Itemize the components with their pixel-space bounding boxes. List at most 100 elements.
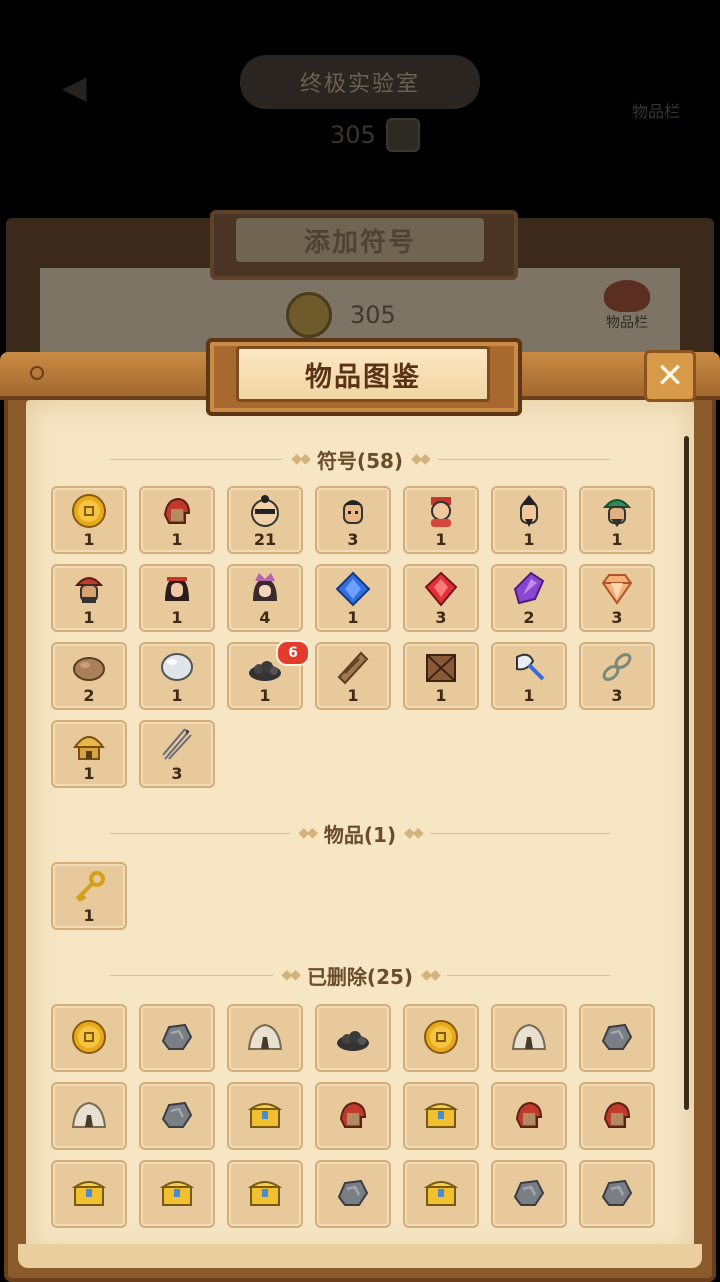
section-title-symbols: 符号(58) xyxy=(316,448,404,473)
deleted-slot[interactable] xyxy=(227,1082,303,1150)
diamond-ornament-icon: ◆◆ xyxy=(298,825,317,841)
bag-icon xyxy=(604,280,650,312)
title-banner: 物品图鉴 xyxy=(236,346,490,402)
symbol-slot[interactable]: 1 xyxy=(139,486,215,554)
deleted-slot[interactable] xyxy=(403,1160,479,1228)
symbol-slot[interactable]: 21 xyxy=(227,486,303,554)
ore-icon xyxy=(159,1020,195,1054)
deleted-slot[interactable] xyxy=(51,1160,127,1228)
symbol-slot[interactable]: 2 xyxy=(51,642,127,710)
symbol-slot[interactable]: 1 xyxy=(51,564,127,632)
warrior-helmet-icon xyxy=(159,494,195,528)
section-label-wrap: ◆◆ 符号(58) ◆◆ xyxy=(283,444,437,474)
symbol-slot[interactable]: 1 xyxy=(579,486,655,554)
symbol-slot[interactable]: 1 xyxy=(491,486,567,554)
chest-icon xyxy=(71,1176,107,1210)
item-count: 1 xyxy=(523,686,535,705)
deleted-slot[interactable] xyxy=(315,1160,391,1228)
item-count: 1 xyxy=(259,686,271,705)
fortune-god-icon xyxy=(423,494,459,528)
symbol-slot[interactable]: 1 xyxy=(51,486,127,554)
item-count: 3 xyxy=(611,686,623,705)
symbol-slot[interactable]: 3 xyxy=(579,564,655,632)
section-title-deleted: 已删除(25) xyxy=(306,964,414,989)
symbol-slot[interactable]: 1 xyxy=(139,642,215,710)
item-count: 1 xyxy=(347,686,359,705)
item-count: 3 xyxy=(611,608,623,627)
symbol-slot[interactable]: 1 xyxy=(51,720,127,788)
deleted-slot[interactable] xyxy=(139,1160,215,1228)
section-header-symbols: ◆◆ 符号(58) ◆◆ xyxy=(110,444,610,474)
bg-inventory-label: 物品栏 xyxy=(632,102,681,121)
symbol-slot[interactable]: 1 xyxy=(403,642,479,710)
ore-icon xyxy=(159,1098,195,1132)
chest-icon xyxy=(423,1098,459,1132)
deleted-slot[interactable] xyxy=(315,1082,391,1150)
deleted-slot[interactable] xyxy=(403,1082,479,1150)
section-label-wrap: ◆◆ 物品(1) ◆◆ xyxy=(290,818,430,848)
diamond-ornament-icon: ◆◆ xyxy=(281,967,300,983)
symbol-slot[interactable]: 3 xyxy=(403,564,479,632)
symbol-slot[interactable]: 1 xyxy=(315,564,391,632)
symbol-slot[interactable]: 1 xyxy=(315,642,391,710)
close-button[interactable]: ✕ xyxy=(644,350,696,402)
bg-top-coins: 305 xyxy=(330,118,420,152)
item-slot[interactable]: 1 xyxy=(51,862,127,930)
chest-icon xyxy=(159,1176,195,1210)
deleted-slot[interactable] xyxy=(51,1004,127,1072)
bg-bag-label: 物品栏 xyxy=(606,315,648,331)
deleted-slot[interactable] xyxy=(139,1082,215,1150)
deleted-slot[interactable] xyxy=(51,1082,127,1150)
warrior-helmet-icon xyxy=(599,1098,635,1132)
deleted-slot[interactable] xyxy=(315,1004,391,1072)
ore-icon xyxy=(599,1176,635,1210)
deleted-slot[interactable] xyxy=(579,1160,655,1228)
item-count: 1 xyxy=(171,608,183,627)
key-icon xyxy=(71,870,107,904)
warrior-helmet-icon xyxy=(511,1098,547,1132)
item-count: 1 xyxy=(171,686,183,705)
section-header-items: ◆◆ 物品(1) ◆◆ xyxy=(110,818,610,848)
general-green-icon xyxy=(599,494,635,528)
deleted-slot[interactable] xyxy=(227,1004,303,1072)
diamond-ornament-icon: ◆◆ xyxy=(291,451,310,467)
scholar-face-icon xyxy=(511,494,547,528)
crate-icon xyxy=(423,650,459,684)
back-arrow-icon: ◀ xyxy=(62,68,87,106)
symbol-slot[interactable]: 3 xyxy=(579,642,655,710)
deleted-slot[interactable] xyxy=(227,1160,303,1228)
symbol-slot[interactable]: 1 xyxy=(491,642,567,710)
deleted-slot[interactable] xyxy=(579,1082,655,1150)
deleted-slot[interactable] xyxy=(403,1004,479,1072)
tent-icon xyxy=(247,1020,283,1054)
symbol-slot[interactable]: 2 xyxy=(491,564,567,632)
amethyst-icon xyxy=(511,571,547,606)
deleted-slot[interactable] xyxy=(139,1004,215,1072)
ore-icon xyxy=(599,1020,635,1054)
symbol-slot[interactable]: 3 xyxy=(315,486,391,554)
symbol-slot[interactable]: 1 xyxy=(139,564,215,632)
symbol-slot[interactable]: 1 xyxy=(403,486,479,554)
deleted-slot[interactable] xyxy=(491,1004,567,1072)
bandit-face-icon xyxy=(247,494,283,528)
diamond-ornament-icon: ◆◆ xyxy=(421,967,440,983)
soldier-face-icon xyxy=(335,494,371,528)
symbol-slot[interactable]: 3 xyxy=(139,720,215,788)
deleted-slot[interactable] xyxy=(579,1004,655,1072)
deleted-slot[interactable] xyxy=(491,1082,567,1150)
item-count: 1 xyxy=(435,686,447,705)
item-count: 3 xyxy=(347,530,359,549)
bg-coin-value: 305 xyxy=(350,301,396,329)
item-count: 1 xyxy=(347,608,359,627)
chest-icon xyxy=(247,1098,283,1132)
bg-panel-title: 添加符号 xyxy=(236,218,484,262)
scrollbar[interactable] xyxy=(684,436,689,1110)
item-count: 21 xyxy=(253,530,277,549)
coin-icon xyxy=(71,494,107,528)
symbol-slot[interactable]: 4 xyxy=(227,564,303,632)
deleted-slot[interactable] xyxy=(491,1160,567,1228)
coal-icon xyxy=(335,1020,371,1054)
axe-icon xyxy=(511,650,547,684)
diamond-icon xyxy=(599,572,635,606)
diamond-ornament-icon: ◆◆ xyxy=(411,451,430,467)
